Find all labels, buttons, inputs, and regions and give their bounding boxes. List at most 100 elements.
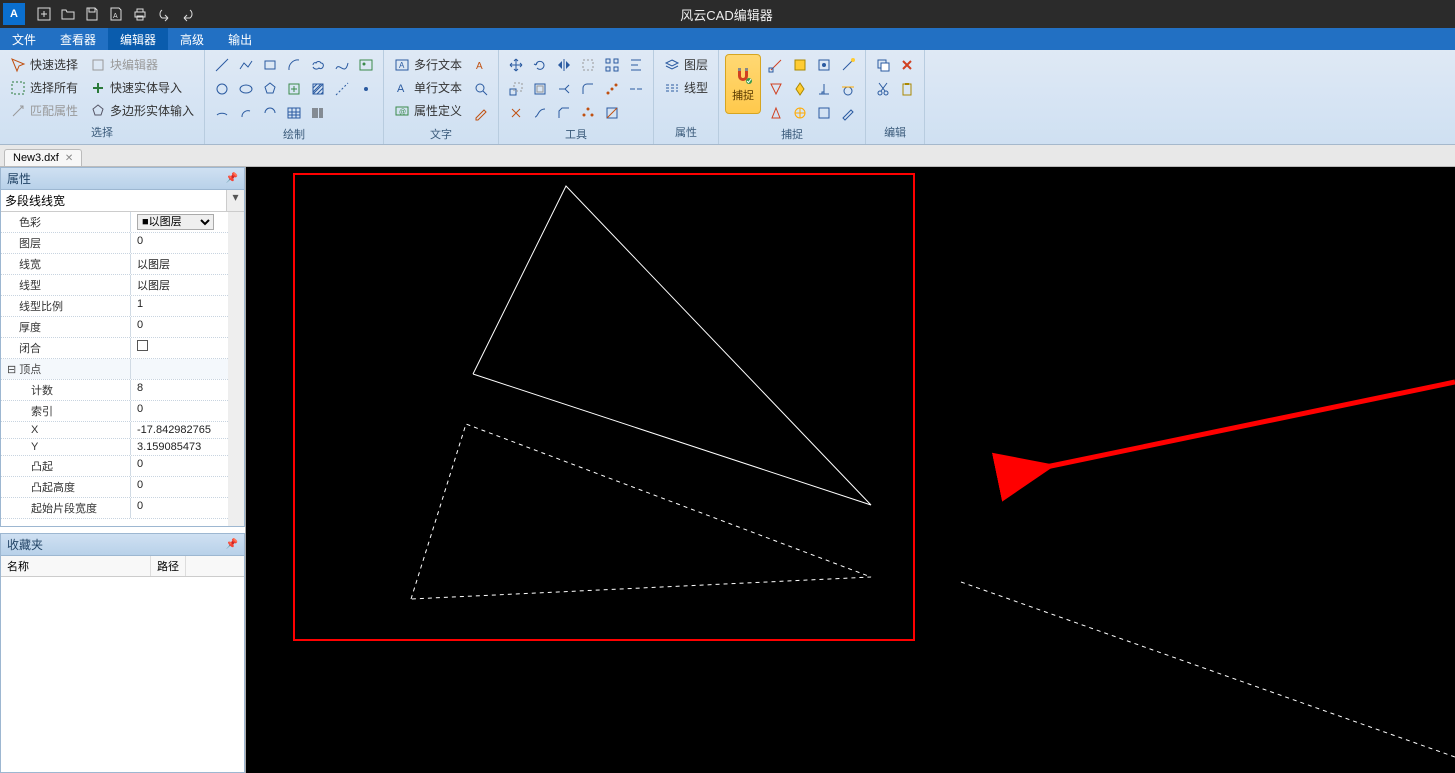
closed-checkbox[interactable]	[137, 340, 148, 351]
linetype-button[interactable]: 线型	[660, 77, 712, 98]
chamfer-icon[interactable]	[553, 102, 575, 124]
prop-row-startw[interactable]: 起始片段宽度0	[1, 498, 228, 519]
stext-button[interactable]: A单行文本	[390, 77, 466, 98]
snap-tangent-icon[interactable]	[837, 78, 859, 100]
fav-col-name[interactable]: 名称	[1, 556, 151, 576]
fav-col-path[interactable]: 路径	[151, 556, 186, 576]
menu-viewer[interactable]: 查看器	[48, 28, 108, 50]
break-icon[interactable]	[625, 78, 647, 100]
join-icon[interactable]	[529, 102, 551, 124]
prop-row-bulge[interactable]: 凸起0	[1, 456, 228, 477]
menu-output[interactable]: 输出	[216, 28, 264, 50]
mtext-button[interactable]: A多行文本	[390, 54, 466, 75]
prop-row-color[interactable]: 色彩■以图层	[1, 212, 228, 233]
rotate-icon[interactable]	[529, 54, 551, 76]
close-tab-icon[interactable]: ✕	[65, 153, 73, 164]
prop-row-lineweight[interactable]: 线宽以图层	[1, 254, 228, 275]
copy-icon[interactable]	[872, 54, 894, 76]
divide-icon[interactable]	[601, 102, 623, 124]
property-selector[interactable]: 多段线线宽 ▾	[1, 190, 244, 212]
snap-endpoint-icon[interactable]	[765, 54, 787, 76]
text-edit-icon[interactable]	[470, 102, 492, 124]
arc3-icon[interactable]	[259, 102, 281, 124]
polygon-icon[interactable]	[259, 78, 281, 100]
layer-button[interactable]: 图层	[660, 54, 712, 75]
snap-quadrant-icon[interactable]	[765, 78, 787, 100]
undo-icon[interactable]	[154, 4, 174, 24]
rectangle-icon[interactable]	[259, 54, 281, 76]
move-icon[interactable]	[505, 54, 527, 76]
arc2-icon[interactable]	[235, 102, 257, 124]
arc-icon[interactable]	[283, 54, 305, 76]
trim-icon[interactable]	[577, 54, 599, 76]
attrdef-button[interactable]: @属性定义	[390, 100, 466, 121]
prop-row-linetype[interactable]: 线型以图层	[1, 275, 228, 296]
snap-center-icon[interactable]	[813, 54, 835, 76]
prop-row-bulgeh[interactable]: 凸起高度0	[1, 477, 228, 498]
color-select[interactable]: ■以图层	[137, 214, 214, 230]
line-icon[interactable]	[211, 54, 233, 76]
pin-icon[interactable]: 📌	[226, 173, 238, 184]
dash-line-icon[interactable]	[331, 78, 353, 100]
menu-advanced[interactable]: 高级	[168, 28, 216, 50]
redo-icon[interactable]	[178, 4, 198, 24]
select-all-button[interactable]: 选择所有	[6, 77, 82, 98]
open-icon[interactable]	[58, 4, 78, 24]
prop-row-vertex[interactable]: ⊟ 顶点	[1, 359, 228, 380]
quick-entity-import-button[interactable]: 快速实体导入	[86, 77, 198, 98]
polygon-entity-input-button[interactable]: 多边形实体输入	[86, 100, 198, 121]
extend-icon[interactable]	[553, 78, 575, 100]
match-attr-button[interactable]: 匹配属性	[6, 100, 82, 121]
delete-icon[interactable]	[896, 54, 918, 76]
ellipse-arc-icon[interactable]	[211, 102, 233, 124]
block-editor-button[interactable]: 块编辑器	[86, 54, 198, 75]
snap-intersection-icon[interactable]	[789, 78, 811, 100]
ellipse-icon[interactable]	[235, 78, 257, 100]
array-path-icon[interactable]	[601, 78, 623, 100]
snap-nearest-icon[interactable]	[765, 102, 787, 124]
hatch-icon[interactable]	[307, 78, 329, 100]
snap-parallel-icon[interactable]	[813, 102, 835, 124]
point-icon[interactable]	[355, 78, 377, 100]
snap-midpoint-icon[interactable]	[789, 54, 811, 76]
snap-insert-icon[interactable]	[789, 102, 811, 124]
prop-row-y[interactable]: Y3.159085473	[1, 439, 228, 456]
save-icon[interactable]	[82, 4, 102, 24]
prop-row-count[interactable]: 计数8	[1, 380, 228, 401]
snap-perpendicular-icon[interactable]	[813, 78, 835, 100]
find-text-icon[interactable]	[470, 78, 492, 100]
snap-node-icon[interactable]	[837, 54, 859, 76]
prop-row-index[interactable]: 索引0	[1, 401, 228, 422]
text-style-icon[interactable]: A	[470, 54, 492, 76]
cut-icon[interactable]	[872, 78, 894, 100]
array-polar-icon[interactable]	[577, 102, 599, 124]
menu-file[interactable]: 文件	[0, 28, 48, 50]
spline-icon[interactable]	[331, 54, 353, 76]
print-icon[interactable]	[130, 4, 150, 24]
pin-icon[interactable]: 📌	[226, 539, 238, 550]
prop-row-x[interactable]: X-17.842982765	[1, 422, 228, 439]
capture-button[interactable]: 捕捉	[725, 54, 761, 114]
insert-block-icon[interactable]	[283, 78, 305, 100]
scale-icon[interactable]	[505, 78, 527, 100]
align-icon[interactable]	[625, 54, 647, 76]
table-icon[interactable]	[283, 102, 305, 124]
paste-icon[interactable]	[896, 78, 918, 100]
image-icon[interactable]	[355, 54, 377, 76]
prop-row-closed[interactable]: 闭合	[1, 338, 228, 359]
array-icon[interactable]	[601, 54, 623, 76]
barcode-icon[interactable]	[307, 102, 329, 124]
dropdown-icon[interactable]: ▾	[226, 190, 244, 211]
explode-icon[interactable]	[505, 102, 527, 124]
menu-editor[interactable]: 编辑器	[108, 28, 168, 50]
snap-grid-icon[interactable]	[837, 102, 859, 124]
prop-row-ltscale[interactable]: 线型比例1	[1, 296, 228, 317]
drawing-canvas[interactable]	[246, 167, 1455, 773]
prop-row-thickness[interactable]: 厚度0	[1, 317, 228, 338]
polyline-icon[interactable]	[235, 54, 257, 76]
revcloud-icon[interactable]	[307, 54, 329, 76]
new-icon[interactable]	[34, 4, 54, 24]
mirror-icon[interactable]	[553, 54, 575, 76]
file-tab[interactable]: New3.dxf ✕	[4, 149, 82, 166]
prop-row-layer[interactable]: 图层0	[1, 233, 228, 254]
